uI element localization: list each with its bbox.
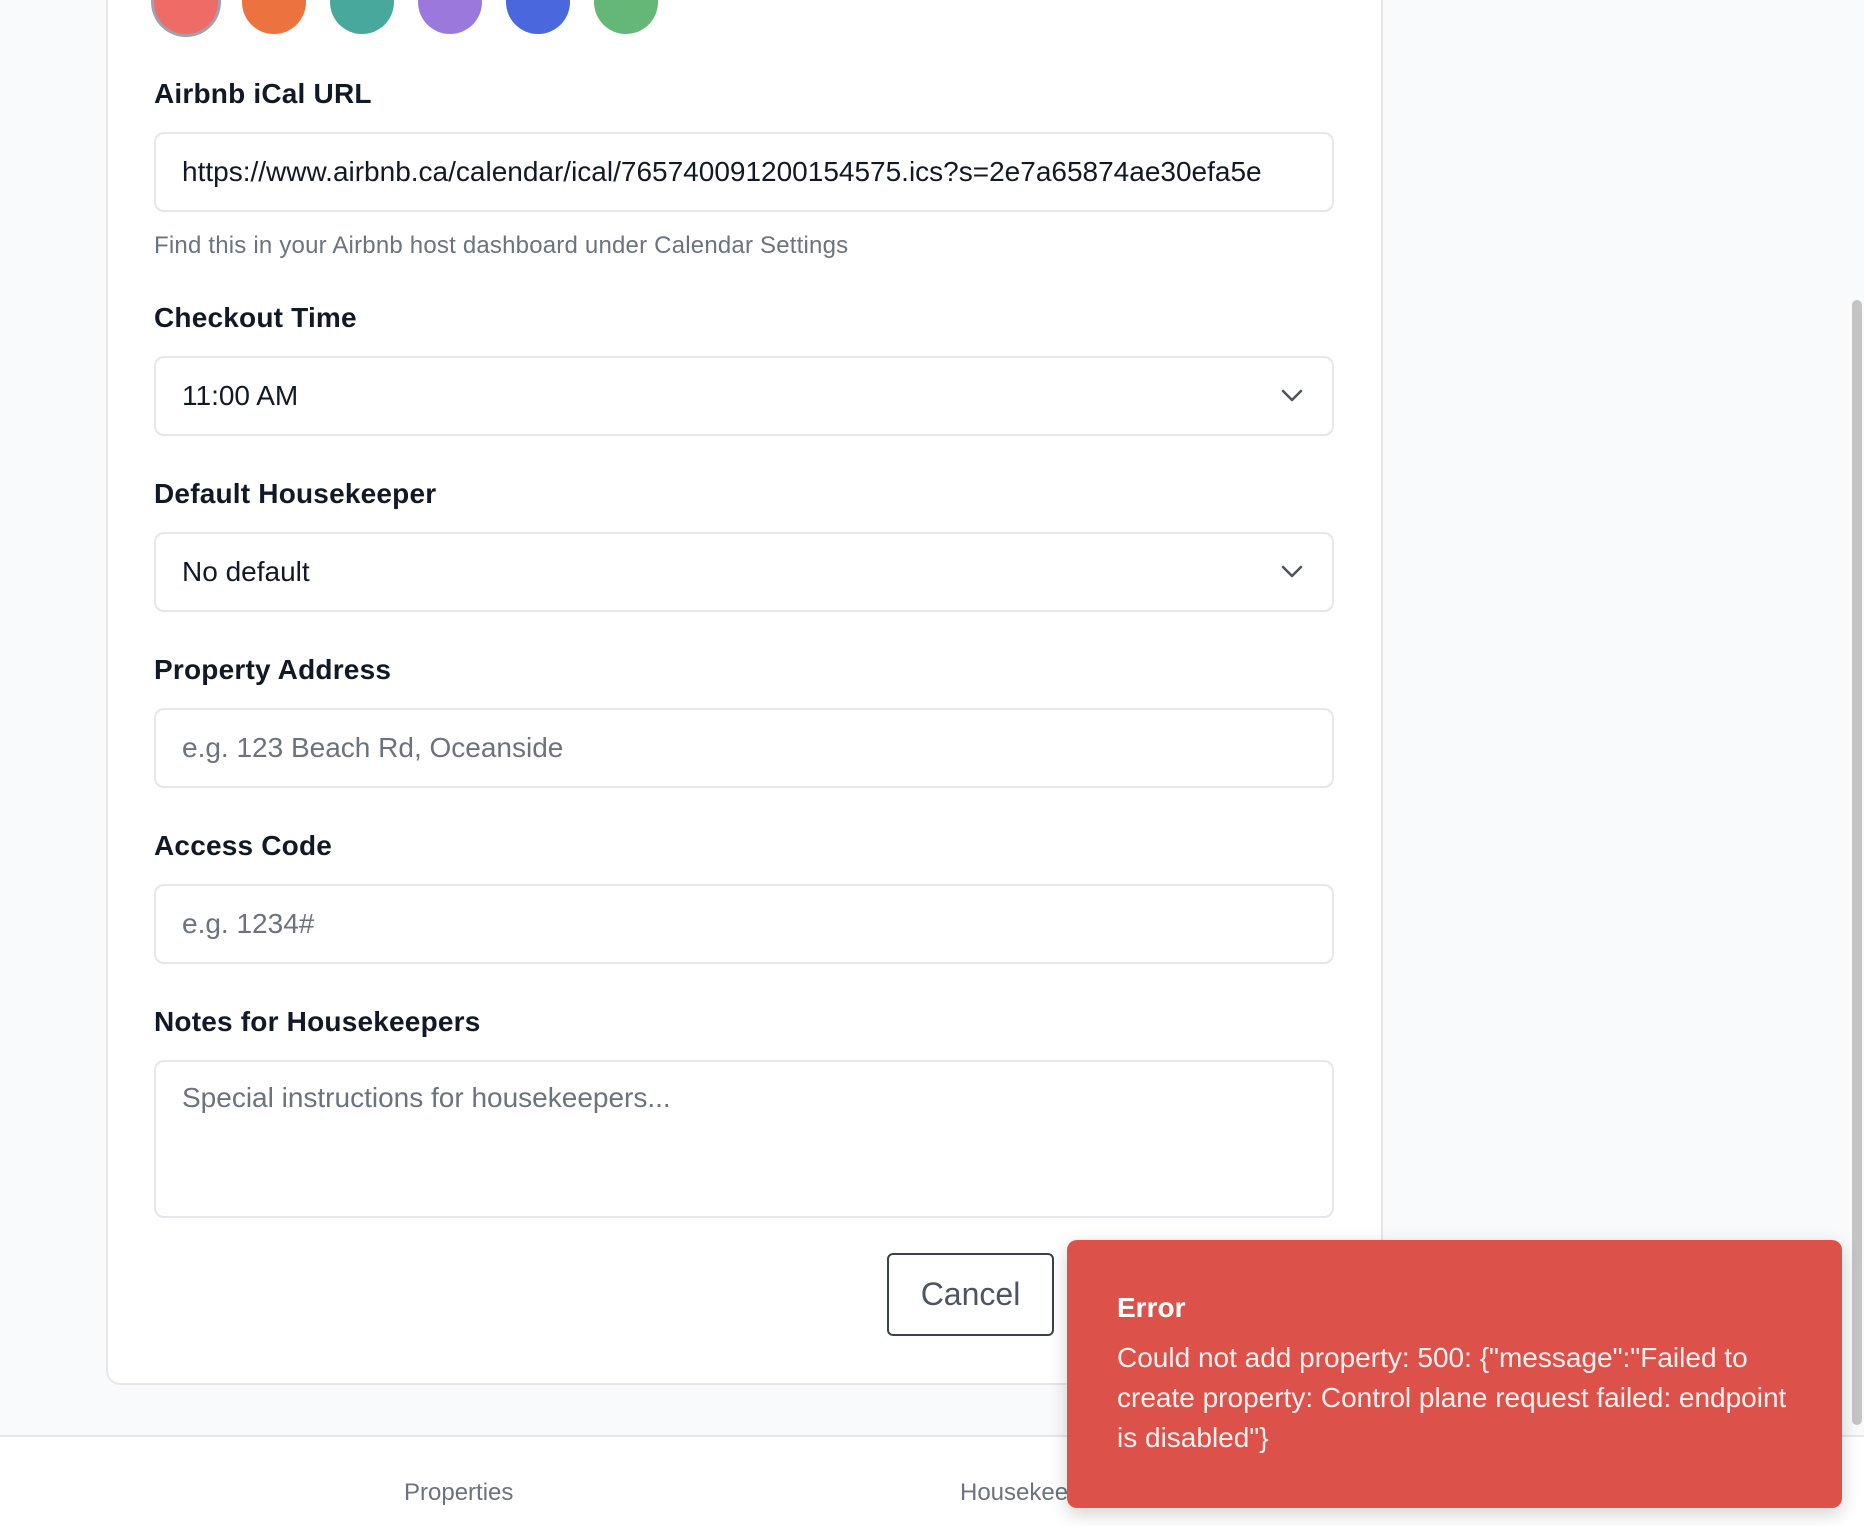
ical-url-label: Airbnb iCal URL: [154, 78, 372, 109]
color-swatch-teal[interactable]: [330, 0, 394, 34]
color-swatch-blue[interactable]: [506, 0, 570, 34]
property-address-input[interactable]: [182, 732, 1306, 764]
default-housekeeper-label: Default Housekeeper: [154, 478, 437, 509]
color-swatch-orange[interactable]: [242, 0, 306, 34]
default-housekeeper-select[interactable]: No default: [154, 532, 1334, 612]
error-toast-title: Error: [1117, 1292, 1186, 1323]
scrollbar-thumb[interactable]: [1852, 300, 1862, 1425]
access-code-label: Access Code: [154, 830, 333, 861]
color-swatch-row: [154, 0, 658, 36]
error-toast[interactable]: Error Could not add property: 500: {"mes…: [1067, 1240, 1842, 1508]
property-address-label: Property Address: [154, 654, 392, 685]
housekeeper-notes-textarea[interactable]: [182, 1082, 1306, 1196]
chevron-down-icon: [1278, 558, 1306, 586]
housekeeper-notes-label: Notes for Housekeepers: [154, 1006, 481, 1037]
default-housekeeper-value: No default: [182, 556, 310, 587]
ical-url-field[interactable]: [154, 132, 1334, 212]
housekeeper-notes-field[interactable]: [154, 1060, 1334, 1218]
checkout-time-select[interactable]: 11:00 AM: [154, 356, 1334, 436]
color-swatch-purple[interactable]: [418, 0, 482, 34]
cancel-button[interactable]: Cancel: [887, 1253, 1054, 1336]
access-code-input[interactable]: [182, 908, 1306, 940]
ical-url-helper-text: Find this in your Airbnb host dashboard …: [154, 232, 849, 259]
page: Airbnb iCal URL Find this in your Airbnb…: [0, 0, 1864, 1526]
checkout-time-label: Checkout Time: [154, 302, 357, 333]
error-toast-message: Could not add property: 500: {"message":…: [1117, 1342, 1787, 1453]
property-address-field[interactable]: [154, 708, 1334, 788]
color-swatch-green[interactable]: [594, 0, 658, 34]
access-code-field[interactable]: [154, 884, 1334, 964]
chevron-down-icon: [1278, 382, 1306, 410]
checkout-time-value: 11:00 AM: [182, 380, 299, 411]
color-swatch-coral[interactable]: [154, 0, 218, 34]
nav-item-properties[interactable]: Properties: [404, 1479, 513, 1507]
ical-url-input[interactable]: [182, 156, 1306, 188]
